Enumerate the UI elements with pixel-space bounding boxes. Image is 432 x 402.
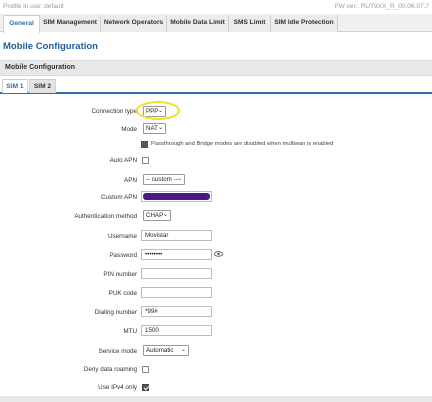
service-mode-select[interactable]: Automatic ⌄ — [143, 345, 189, 356]
dialing-number-input[interactable]: *99# — [141, 306, 212, 317]
auth-method-value: CHAP — [146, 212, 164, 219]
highlight-circle — [136, 101, 180, 120]
page-title: Mobile Configuration — [3, 41, 98, 52]
pin-label: PIN number — [103, 271, 137, 278]
tab-sms-limit[interactable]: SMS Limit — [229, 15, 271, 32]
redaction-scribble — [143, 193, 210, 200]
firmware-version: FW ver.: RUT9XX_R_00.06.07.7 — [334, 3, 429, 10]
tab-sim-idle-protection[interactable]: SIM Idle Protection — [271, 15, 338, 32]
service-mode-value: Automatic — [146, 347, 174, 354]
puk-input[interactable] — [141, 287, 212, 298]
profile-in-use: Profile in use: default — [3, 3, 64, 10]
eye-icon[interactable] — [214, 251, 223, 257]
apn-select[interactable]: -- custom -- ⌄ — [143, 174, 185, 185]
deny-roaming-checkbox[interactable] — [142, 366, 149, 373]
chevron-down-icon: ⌄ — [180, 347, 186, 353]
auto-apn-checkbox[interactable] — [142, 157, 149, 164]
connection-type-label: Connection type — [91, 108, 137, 115]
dialing-number-label: Dialing number — [94, 309, 137, 316]
info-icon — [141, 141, 148, 148]
username-label: Username — [107, 233, 137, 240]
tab-sim-management[interactable]: SIM Management — [40, 15, 101, 32]
mode-select[interactable]: NAT ⌄ — [143, 123, 166, 134]
sim-tabs: SIM 1 SIM 2 — [0, 79, 432, 94]
mode-label: Mode — [121, 126, 137, 133]
main-tabs: General SIM Management Network Operators… — [0, 14, 432, 33]
mtu-label: MTU — [123, 328, 137, 335]
password-label: Password — [109, 252, 137, 259]
tab-sim2[interactable]: SIM 2 — [29, 79, 56, 93]
custom-apn-label: Custom APN — [100, 194, 137, 201]
pin-input[interactable] — [141, 268, 212, 279]
chevron-down-icon: ⌄ — [162, 212, 168, 218]
service-mode-label: Service mode — [98, 348, 138, 355]
footer-divider — [0, 396, 432, 402]
tab-mobile-data-limit[interactable]: Mobile Data Limit — [167, 15, 229, 32]
chevron-down-icon: ⌄ — [176, 176, 182, 182]
section-header: Mobile Configuration — [0, 60, 432, 76]
puk-label: PUK code — [108, 290, 137, 297]
apn-value: -- custom -- — [146, 176, 178, 183]
tab-general[interactable]: General — [3, 15, 40, 33]
ipv4-only-label: Use IPv4 only — [98, 384, 137, 391]
auth-method-select[interactable]: CHAP ⌄ — [143, 210, 171, 221]
apn-label: APN — [124, 177, 137, 184]
tab-network-operators[interactable]: Network Operators — [101, 15, 167, 32]
password-input[interactable]: •••••••• — [141, 249, 212, 260]
mode-note: Passthrough and Bridge modes are disable… — [151, 141, 334, 147]
mode-value: NAT — [146, 125, 158, 132]
ipv4-only-checkbox[interactable] — [142, 384, 149, 391]
chevron-down-icon: ⌄ — [157, 125, 163, 131]
username-input[interactable]: Movistar — [141, 230, 212, 241]
top-info-bar: Profile in use: default FW ver.: RUT9XX_… — [0, 0, 432, 12]
section-title: Mobile Configuration — [5, 64, 75, 71]
deny-roaming-label: Deny data roaming — [83, 366, 137, 373]
auto-apn-label: Auto APN — [109, 157, 137, 164]
auth-method-label: Authentication method — [74, 213, 137, 220]
mtu-input[interactable]: 1500 — [141, 325, 212, 336]
tab-sim1[interactable]: SIM 1 — [2, 79, 28, 93]
